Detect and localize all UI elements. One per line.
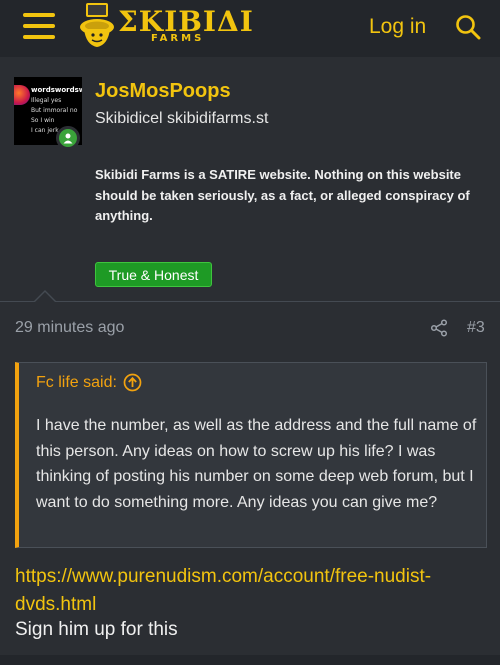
user-banner-badge: True & Honest bbox=[95, 262, 212, 287]
top-navbar: ΣKIBIΔI FARMS Log in bbox=[0, 0, 500, 57]
avatar-text-line: I can jerk bbox=[31, 127, 59, 134]
jump-to-quote-icon[interactable] bbox=[123, 373, 142, 392]
avatar-text-line: Illegal yes bbox=[31, 97, 62, 104]
post-divider bbox=[0, 301, 500, 302]
quote-author[interactable]: Fc life said: bbox=[36, 374, 117, 392]
site-logo[interactable]: ΣKIBIΔI FARMS bbox=[78, 0, 253, 52]
share-icon[interactable] bbox=[430, 319, 448, 337]
quote-body: I have the number, as well as the addres… bbox=[36, 417, 477, 511]
quote-attribution[interactable]: Fc life said: bbox=[36, 373, 142, 392]
avatar-text-line: wordswordsword bbox=[31, 86, 82, 94]
user-title: Skibidicel skibidifarms.st bbox=[95, 110, 269, 127]
avatar-graphic bbox=[14, 85, 30, 105]
post-timestamp[interactable]: 29 minutes ago bbox=[15, 319, 124, 337]
avatar-text-line: But immoral no bbox=[31, 107, 78, 114]
bottom-bar bbox=[0, 655, 500, 665]
post-username[interactable]: JosMosPoops bbox=[95, 80, 231, 103]
login-link[interactable]: Log in bbox=[369, 15, 426, 39]
quote-block: Fc life said: I have the number, as well… bbox=[15, 362, 487, 548]
user-disclaimer: Skibidi Farms is a SATIRE website. Nothi… bbox=[95, 167, 470, 223]
logo-subtitle: FARMS bbox=[151, 33, 205, 44]
post-reply-text: Sign him up for this bbox=[15, 619, 178, 640]
hamburger-icon[interactable] bbox=[23, 12, 55, 40]
toilet-logo-icon bbox=[80, 3, 114, 47]
avatar-text-line: So I win bbox=[31, 117, 55, 124]
user-icon bbox=[63, 133, 73, 144]
post-number-link[interactable]: #3 bbox=[467, 319, 485, 337]
online-status-badge bbox=[56, 126, 80, 150]
external-link[interactable]: https://www.purenudism.com/account/free-… bbox=[15, 563, 485, 619]
search-icon[interactable] bbox=[455, 14, 481, 40]
